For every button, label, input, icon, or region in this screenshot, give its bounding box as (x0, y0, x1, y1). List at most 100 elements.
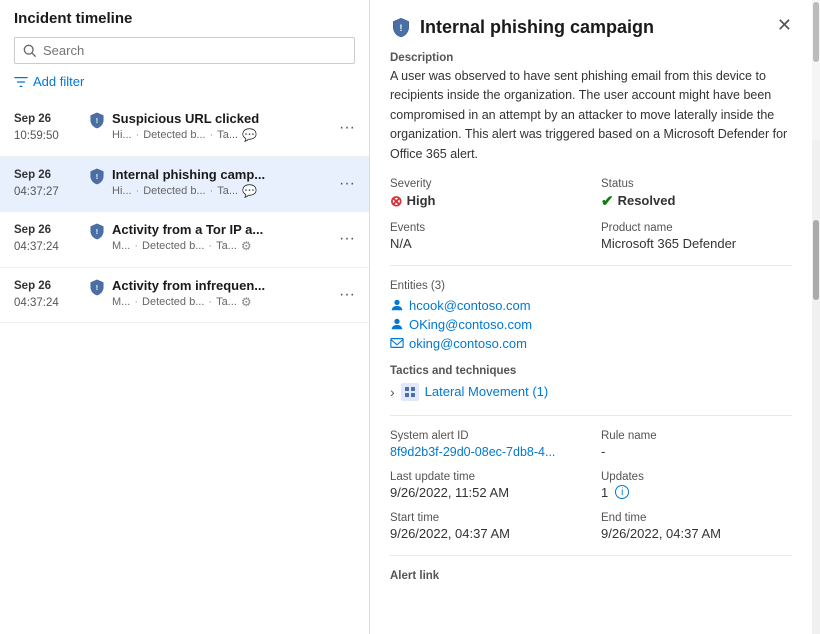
meta3: Ta... (217, 129, 238, 141)
shield-detail-icon: ! (390, 16, 412, 38)
info-grid: Severity ⊗ High Status ✔ Resolved Events… (390, 178, 792, 251)
start-time-label: Start time (390, 512, 581, 524)
tactic-name[interactable]: Lateral Movement (1) (425, 384, 549, 399)
email-entity-icon (390, 336, 404, 350)
svg-text:!: ! (96, 172, 98, 181)
more-options-button[interactable]: ··· (335, 120, 359, 136)
entity-link-1[interactable]: OKing@contoso.com (390, 317, 792, 332)
timeline-item[interactable]: Sep 26 04:37:27 ! Internal phishing camp… (0, 157, 369, 213)
item-title: Activity from a Tor IP a... (112, 222, 297, 237)
meta3: Ta... (216, 240, 237, 252)
end-time-label: End time (601, 512, 792, 524)
item-content: Activity from infrequen... M... · Detect… (112, 278, 335, 309)
item-icon-col: ! (88, 167, 106, 185)
timeline-item[interactable]: Sep 26 04:37:24 ! Activity from a Tor IP… (0, 212, 369, 268)
svg-text:!: ! (96, 283, 98, 292)
alert-id-link[interactable]: 8f9d2b3f-29d0-08ec-7db8-4... (390, 445, 555, 459)
timeline-item[interactable]: Sep 26 10:59:50 ! Suspicious URL clicked… (0, 101, 369, 157)
tactic-chevron-icon[interactable]: › (390, 384, 395, 400)
status-cell: Status ✔ Resolved (601, 178, 792, 210)
updates-info-icon[interactable]: i (615, 485, 629, 499)
severity-cell: Severity ⊗ High (390, 178, 581, 210)
item-meta: M... · Detected b... · Ta... ⚙ (112, 239, 335, 253)
add-filter-button[interactable]: Add filter (14, 72, 355, 91)
entity-0-value: hcook@contoso.com (409, 298, 531, 313)
search-icon (23, 44, 37, 58)
events-label: Events (390, 222, 581, 234)
item-title: Activity from infrequen... (112, 278, 297, 293)
product-name-cell: Product name Microsoft 365 Defender (601, 222, 792, 251)
shield-icon: ! (88, 222, 106, 240)
alert-link-label: Alert link (390, 570, 792, 582)
alert-id-cell: System alert ID 8f9d2b3f-29d0-08ec-7db8-… (390, 430, 581, 459)
item-clock: 10:59:50 (14, 128, 82, 145)
meta2: Detected b... (142, 296, 204, 308)
meta1: Hi... (112, 185, 132, 197)
divider3 (390, 555, 792, 556)
severity-label: Severity (390, 178, 581, 190)
rule-name-label: Rule name (601, 430, 792, 442)
more-options-button[interactable]: ··· (335, 287, 359, 303)
status-text: Resolved (618, 193, 676, 208)
last-update-label: Last update time (390, 471, 581, 483)
description-label: Description (390, 52, 792, 64)
item-clock: 04:37:24 (14, 239, 82, 256)
meta2: Detected b... (143, 185, 205, 197)
item-time: Sep 26 04:37:27 (14, 167, 82, 202)
meta2: Detected b... (143, 129, 205, 141)
product-name-label: Product name (601, 222, 792, 234)
item-content: Internal phishing camp... Hi... · Detect… (112, 167, 335, 198)
item-content: Activity from a Tor IP a... M... · Detec… (112, 222, 335, 253)
last-update-value: 9/26/2022, 11:52 AM (390, 485, 581, 500)
item-icon-col: ! (88, 222, 106, 240)
svg-text:!: ! (400, 23, 403, 33)
severity-text: High (407, 193, 436, 208)
status-label: Status (601, 178, 792, 190)
tag-icon: ⚙ (241, 295, 252, 309)
item-clock: 04:37:27 (14, 184, 82, 201)
item-icon-col: ! (88, 111, 106, 129)
close-button[interactable]: ✕ (777, 16, 792, 34)
tactic-box-icon (401, 383, 419, 401)
panel-title: Incident timeline (0, 10, 369, 37)
more-options-button[interactable]: ··· (335, 231, 359, 247)
shield-icon: ! (88, 111, 106, 129)
entity-link-2[interactable]: oking@contoso.com (390, 336, 792, 351)
svg-text:!: ! (96, 116, 98, 125)
start-time-value: 9/26/2022, 04:37 AM (390, 526, 581, 541)
status-value: ✔ Resolved (601, 192, 792, 210)
detail-panel: ! Internal phishing campaign ✕ Descripti… (370, 0, 812, 634)
end-time-cell: End time 9/26/2022, 04:37 AM (601, 512, 792, 541)
entity-2-value: oking@contoso.com (409, 336, 527, 351)
svg-text:!: ! (96, 227, 98, 236)
left-scrollbar[interactable] (812, 140, 820, 634)
meta3: Ta... (216, 296, 237, 308)
end-time-value: 9/26/2022, 04:37 AM (601, 526, 792, 541)
tag-icon: 💬 (242, 128, 257, 142)
tag-icon: 💬 (242, 184, 257, 198)
timeline-item[interactable]: Sep 26 04:37:24 ! Activity from infreque… (0, 268, 369, 324)
search-input[interactable] (43, 43, 346, 58)
timeline-list: Sep 26 10:59:50 ! Suspicious URL clicked… (0, 101, 369, 634)
system-alert-section: System alert ID 8f9d2b3f-29d0-08ec-7db8-… (390, 430, 792, 541)
item-time: Sep 26 10:59:50 (14, 111, 82, 146)
entities-label: Entities (3) (390, 280, 792, 292)
meta1: M... (112, 240, 130, 252)
search-box[interactable] (14, 37, 355, 64)
entity-link-0[interactable]: hcook@contoso.com (390, 298, 792, 313)
left-scroll-thumb[interactable] (813, 220, 819, 300)
item-title: Internal phishing camp... (112, 167, 297, 182)
item-meta: Hi... · Detected b... · Ta... 💬 (112, 184, 335, 198)
outer-scroll-thumb[interactable] (813, 2, 819, 62)
item-date: Sep 26 (14, 111, 82, 128)
divider2 (390, 415, 792, 416)
user-entity-icon (390, 317, 404, 331)
item-meta: Hi... · Detected b... · Ta... 💬 (112, 128, 335, 142)
entities-section: Entities (3) hcook@contoso.com OKing@con… (390, 280, 792, 351)
tag-icon: ⚙ (241, 239, 252, 253)
add-filter-label: Add filter (33, 74, 84, 89)
more-options-button[interactable]: ··· (335, 176, 359, 192)
divider (390, 265, 792, 266)
item-title: Suspicious URL clicked (112, 111, 297, 126)
updates-cell: Updates 1 i (601, 471, 792, 500)
